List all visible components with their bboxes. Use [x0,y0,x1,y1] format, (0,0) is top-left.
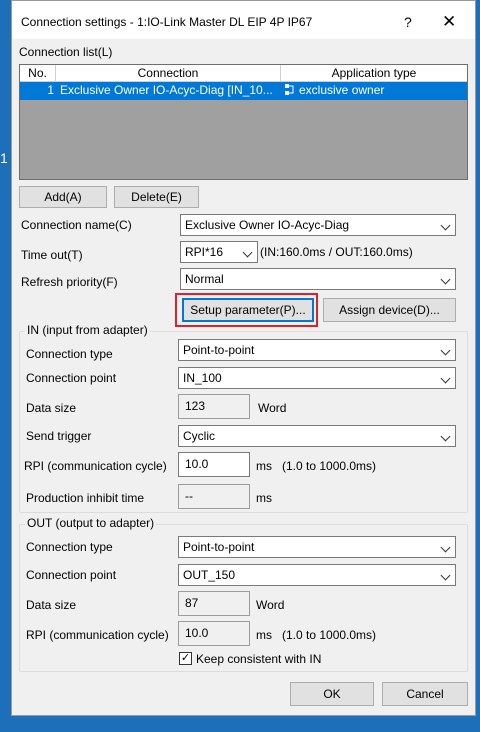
in-rpi-input[interactable]: 10.0 [178,452,250,477]
in-data-size-unit: Word [258,401,287,415]
delete-button[interactable]: Delete(E) [114,186,199,208]
timeout-info: (IN:160.0ms / OUT:160.0ms) [260,245,413,259]
connection-name-select[interactable]: Exclusive Owner IO-Acyc-Diag [180,214,456,236]
in-data-size-label: Data size [26,401,77,415]
table-row[interactable]: 1 Exclusive Owner IO-Acyc-Diag [IN_10...… [20,82,467,100]
chevron-down-icon [440,570,451,581]
out-connection-point-label: Connection point [26,568,117,582]
cancel-button[interactable]: Cancel [382,682,468,706]
refresh-priority-label: Refresh priority(F) [21,275,118,289]
timeout-select[interactable]: RPI*16 [180,241,258,263]
out-rpi-unit: ms [256,628,272,642]
in-connection-type-value: Point-to-point [183,343,255,357]
refresh-priority-select[interactable]: Normal [180,268,456,290]
row-no: 1 [47,83,54,97]
out-data-size-unit: Word [256,598,285,612]
chevron-down-icon [440,373,451,384]
add-button[interactable]: Add(A) [19,186,107,208]
title-bar: Connection settings - 1:IO-Link Master D… [12,1,475,39]
production-inhibit-unit: ms [256,491,272,505]
keep-consistent-label[interactable]: Keep consistent with IN [196,652,321,666]
background-edge-text: 1 [0,150,8,166]
out-group-title: OUT (output to adapter) [25,516,157,530]
in-data-size-field: 123 [178,394,250,419]
close-button[interactable]: ✕ [442,12,456,32]
send-trigger-value: Cyclic [183,429,215,443]
out-connection-type-select[interactable]: Point-to-point [178,536,456,558]
row-application-type: exclusive owner [299,83,385,97]
chevron-down-icon [242,247,253,258]
highlight-box [175,293,318,327]
out-connection-point-select[interactable]: OUT_150 [178,564,456,586]
in-rpi-range: (1.0 to 1000.0ms) [282,459,377,473]
in-group-title: IN (input from adapter) [25,323,150,337]
in-connection-point-label: Connection point [26,371,117,385]
out-data-size-field: 87 [178,591,250,616]
connection-name-label: Connection name(C) [21,218,132,232]
connection-list[interactable]: No. Connection Application type 1 Exclus… [19,64,468,180]
timeout-label: Time out(T) [21,248,83,262]
production-inhibit-label: Production inhibit time [26,491,145,505]
keep-consistent-checkbox[interactable]: ✓ [179,652,192,665]
chevron-down-icon [440,542,451,553]
help-button[interactable]: ? [404,14,412,30]
timeout-value: RPI*16 [185,245,224,259]
out-rpi-field: 10.0 [178,621,250,646]
chevron-down-icon [440,345,451,356]
connection-list-label: Connection list(L) [19,45,113,59]
row-connection: Exclusive Owner IO-Acyc-Diag [IN_10... [60,83,273,97]
out-connection-type-value: Point-to-point [183,540,255,554]
chevron-down-icon [440,274,451,285]
connection-owner-icon [285,84,294,95]
column-header-connection[interactable]: Connection [56,65,281,82]
send-trigger-select[interactable]: Cyclic [178,425,456,447]
chevron-down-icon [440,431,451,442]
window-title: Connection settings - 1:IO-Link Master D… [21,15,313,29]
production-inhibit-field: -- [178,484,250,509]
out-data-size-label: Data size [26,598,77,612]
refresh-priority-value: Normal [185,272,224,286]
in-connection-type-label: Connection type [26,347,113,361]
in-connection-type-select[interactable]: Point-to-point [178,339,456,361]
send-trigger-label: Send trigger [26,429,92,443]
connection-settings-dialog: Connection settings - 1:IO-Link Master D… [11,0,476,716]
in-connection-point-value: IN_100 [183,371,222,385]
connection-name-value: Exclusive Owner IO-Acyc-Diag [185,218,350,232]
out-connection-point-value: OUT_150 [183,568,236,582]
out-rpi-range: (1.0 to 1000.0ms) [282,628,377,642]
out-connection-type-label: Connection type [26,540,113,554]
row-application-type-cell: exclusive owner [285,82,465,100]
in-rpi-unit: ms [256,459,272,473]
out-rpi-label: RPI (communication cycle) [26,628,169,642]
column-header-no[interactable]: No. [20,65,56,82]
in-connection-point-select[interactable]: IN_100 [178,367,456,389]
chevron-down-icon [440,220,451,231]
ok-button[interactable]: OK [290,682,374,706]
assign-device-button[interactable]: Assign device(D)... [323,298,456,322]
column-header-application-type[interactable]: Application type [281,65,467,82]
in-rpi-label: RPI (communication cycle) [24,459,167,473]
